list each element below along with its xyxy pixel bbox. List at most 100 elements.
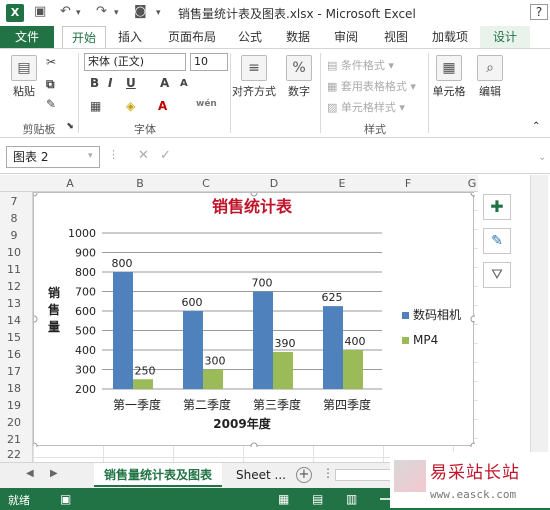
styles-group-label: 样式 — [364, 123, 386, 136]
horizontal-scrollbar[interactable] — [335, 469, 395, 481]
underline-icon[interactable]: U — [126, 76, 136, 90]
conditional-format-button[interactable]: ▤ 条件格式 ▾ — [327, 57, 394, 73]
data-label: 250 — [135, 364, 156, 377]
data-label: 600 — [182, 296, 203, 309]
tab-insert[interactable]: 插入 — [110, 26, 150, 48]
y-axis-label: 售 — [48, 302, 60, 317]
undo-dropdown-icon[interactable]: ▾ — [76, 8, 81, 18]
chart[interactable]: 销售统计表 1000 900 800 700 600 500 400 300 200 销售量 800 2… — [33, 192, 475, 447]
border-icon[interactable]: ▦ — [90, 99, 101, 113]
row-header[interactable]: 15 — [0, 331, 28, 344]
row-header[interactable]: 20 — [0, 416, 28, 429]
col-f[interactable]: F — [398, 177, 418, 190]
sheet-tab-active[interactable]: 销售量统计表及图表 — [94, 463, 223, 487]
font-name-select[interactable]: 宋体 (正文) — [84, 53, 186, 71]
y-tick-label: 700 — [75, 286, 96, 299]
row-header[interactable]: 19 — [0, 399, 28, 412]
copy-icon[interactable]: ⧉ — [46, 77, 55, 92]
clipboard-launcher-icon[interactable]: ⬊ — [66, 121, 74, 131]
sheet-tab-other[interactable]: Sheet ... — [226, 463, 296, 487]
bold-icon[interactable]: B — [90, 76, 99, 90]
row-header[interactable]: 9 — [0, 229, 28, 242]
redo-icon[interactable]: ↷ — [96, 4, 107, 19]
sheet-splitter-icon[interactable]: ⋮ — [322, 466, 334, 480]
paste-label: 粘贴 — [13, 85, 35, 98]
tab-view[interactable]: 视图 — [376, 26, 416, 48]
chart-styles-button[interactable]: ✎ — [483, 228, 511, 254]
align-button[interactable]: ≡ 对齐方式 — [232, 55, 276, 99]
save-icon[interactable]: ▣ — [34, 4, 46, 19]
camera-icon[interactable]: ◙ — [134, 4, 147, 19]
name-box[interactable]: 图表 2 — [6, 146, 100, 168]
col-c[interactable]: C — [196, 177, 216, 190]
tab-review[interactable]: 审阅 — [326, 26, 366, 48]
namebox-dropdown-icon[interactable]: ▾ — [88, 151, 93, 161]
tab-formulas[interactable]: 公式 — [232, 26, 268, 48]
cell-styles-button[interactable]: ▨ 单元格样式 ▾ — [327, 99, 405, 115]
collapse-ribbon-icon[interactable]: ⌃ — [532, 121, 540, 132]
add-sheet-icon[interactable]: + — [296, 467, 312, 483]
row-header[interactable]: 13 — [0, 297, 28, 310]
col-d[interactable]: D — [264, 177, 284, 190]
customize-qat-icon[interactable]: ▾ — [156, 8, 161, 18]
font-size-select[interactable]: 10 — [190, 53, 228, 71]
cell-styles-label: 单元格样式 — [340, 101, 396, 114]
row-header[interactable]: 14 — [0, 314, 28, 327]
tab-addins[interactable]: 加载项 — [424, 26, 476, 48]
tab-file[interactable]: 文件 — [0, 26, 54, 48]
italic-icon[interactable]: I — [108, 76, 112, 90]
help-button[interactable]: ? — [530, 4, 548, 20]
number-button[interactable]: % 数字 — [284, 55, 314, 99]
y-tick-label: 800 — [75, 266, 96, 279]
y-tick-label: 400 — [75, 344, 96, 357]
cells-button[interactable]: ▦ 单元格 — [430, 55, 468, 99]
phonetic-icon[interactable]: wén — [196, 99, 217, 109]
tab-data[interactable]: 数据 — [278, 26, 318, 48]
macro-record-icon[interactable]: ▣ — [60, 492, 71, 506]
tab-home[interactable]: 开始 — [62, 26, 106, 48]
page-layout-view-icon[interactable]: ▤ — [312, 492, 323, 506]
cancel-icon[interactable]: ✕ — [138, 148, 149, 163]
grow-font-icon[interactable]: A — [160, 76, 169, 90]
prev-sheet-icon[interactable]: ◀ — [26, 468, 34, 479]
col-b[interactable]: B — [130, 177, 150, 190]
separator — [320, 53, 321, 133]
row-header[interactable]: 8 — [0, 212, 28, 225]
enter-icon[interactable]: ✓ — [160, 148, 171, 163]
col-a[interactable]: A — [60, 177, 80, 190]
cut-icon[interactable]: ✂ — [46, 55, 56, 69]
y-tick-label: 600 — [75, 305, 96, 318]
fill-color-icon[interactable]: ◈ — [126, 99, 135, 113]
shrink-font-icon[interactable]: A — [180, 78, 188, 89]
col-e[interactable]: E — [332, 177, 352, 190]
paste-button[interactable]: ▤ 粘贴 — [8, 55, 40, 99]
chart-elements-button[interactable]: ✚ — [483, 194, 511, 220]
redo-dropdown-icon[interactable]: ▾ — [114, 8, 119, 18]
vertical-scrollbar[interactable] — [530, 175, 548, 462]
col-g[interactable]: G — [462, 177, 482, 190]
chart-filters-button[interactable]: ⛛ — [483, 262, 511, 288]
font-color-icon[interactable]: A — [158, 99, 167, 113]
format-as-table-button[interactable]: ▦ 套用表格格式 ▾ — [327, 78, 416, 94]
row-header[interactable]: 12 — [0, 280, 28, 293]
bar — [203, 369, 223, 389]
row-header[interactable]: 18 — [0, 382, 28, 395]
page-break-view-icon[interactable]: ▥ — [346, 492, 357, 506]
row-header[interactable]: 16 — [0, 348, 28, 361]
legend-swatch — [402, 337, 409, 344]
row-header[interactable]: 22 — [0, 448, 28, 461]
row-header[interactable]: 17 — [0, 365, 28, 378]
next-sheet-icon[interactable]: ▶ — [50, 468, 58, 479]
row-header[interactable]: 10 — [0, 246, 28, 259]
format-painter-icon[interactable]: ✎ — [46, 97, 56, 111]
tab-page-layout[interactable]: 页面布局 — [160, 26, 224, 48]
undo-icon[interactable]: ↶ — [60, 4, 71, 19]
edit-button[interactable]: ⌕ 编辑 — [474, 55, 506, 99]
normal-view-icon[interactable]: ▦ — [278, 492, 289, 506]
tab-design[interactable]: 设计 — [480, 26, 530, 48]
expand-formula-icon[interactable]: ⌄ — [538, 152, 546, 163]
paste-icon: ▤ — [11, 55, 37, 81]
row-header[interactable]: 11 — [0, 263, 28, 276]
row-header[interactable]: 7 — [0, 195, 28, 208]
row-header[interactable]: 21 — [0, 433, 28, 446]
